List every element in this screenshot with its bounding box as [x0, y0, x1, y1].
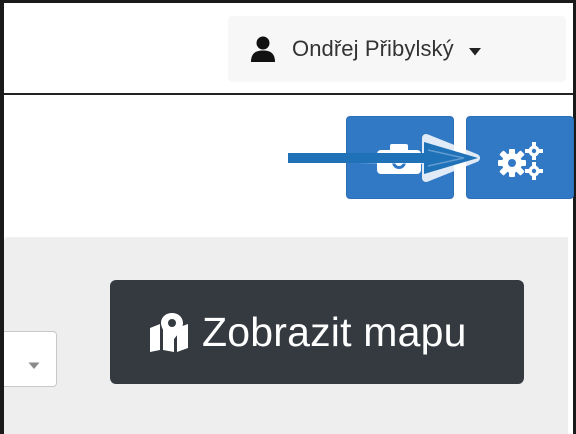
- screenshot-frame: Ondřej Přibylský Zobrazit mapu: [0, 0, 576, 434]
- frame-border-top: [0, 0, 576, 3]
- caret-down-icon: [468, 44, 482, 56]
- map-marker-icon: [148, 312, 194, 352]
- header-divider: [4, 93, 573, 95]
- user-icon: [250, 36, 276, 62]
- camera-icon: [373, 142, 425, 176]
- show-map-button[interactable]: Zobrazit mapu: [110, 280, 524, 384]
- user-name: Ondřej Přibylský: [292, 36, 454, 61]
- filter-select[interactable]: [4, 331, 57, 387]
- gears-button[interactable]: [466, 116, 574, 199]
- gears-icon: [494, 139, 548, 181]
- chevron-down-icon: [28, 357, 40, 369]
- show-map-label: Zobrazit mapu: [202, 308, 467, 355]
- user-menu-dropdown[interactable]: Ondřej Přibylský: [228, 16, 566, 82]
- camera-button[interactable]: [346, 116, 454, 199]
